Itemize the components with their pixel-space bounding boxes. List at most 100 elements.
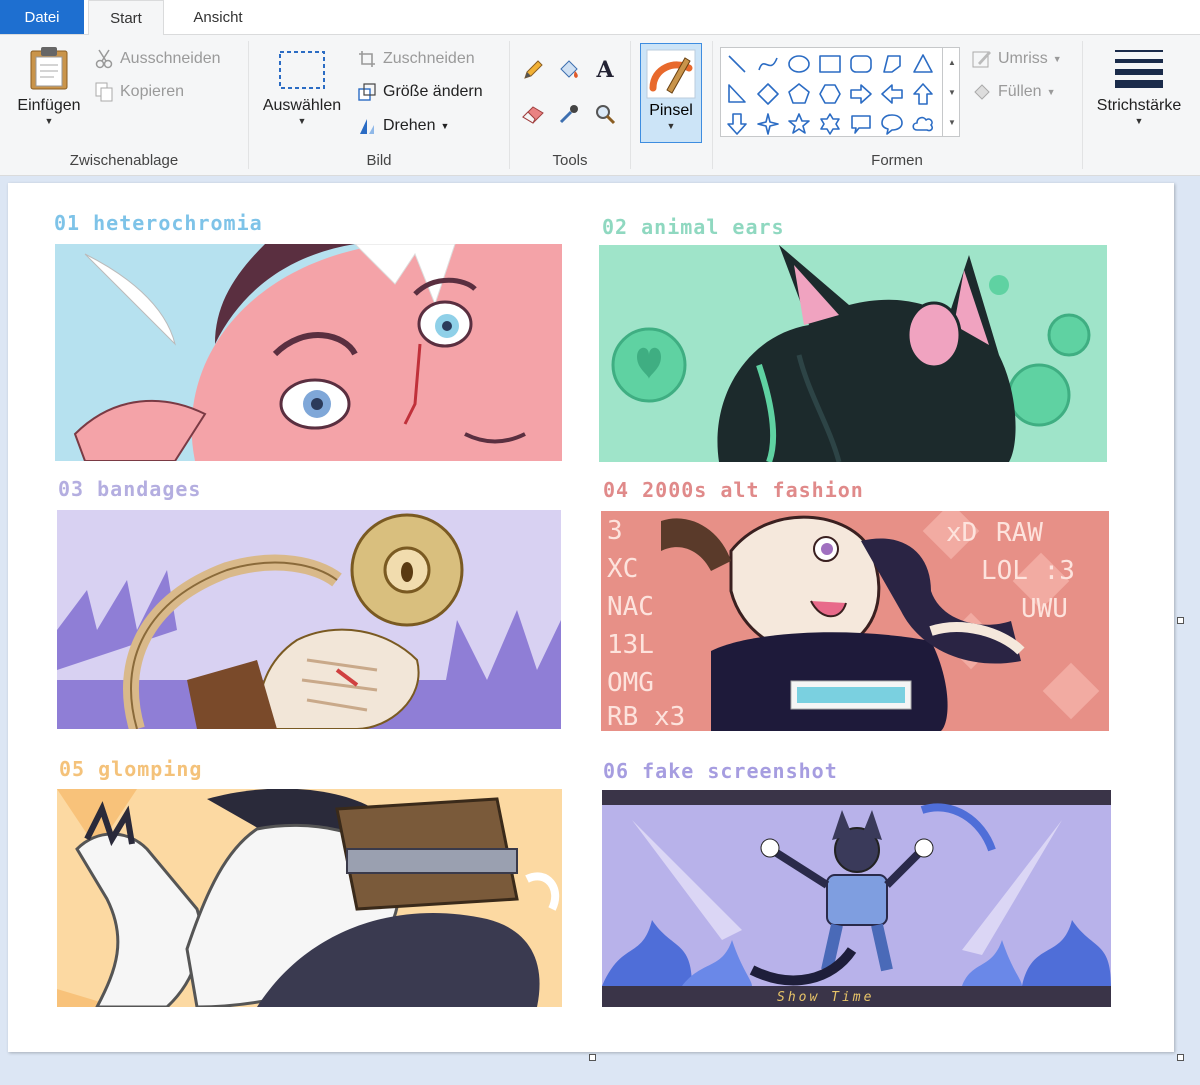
pentagon-shape-icon[interactable] xyxy=(788,83,810,104)
shapes-gallery: ▲ ▼ ▼ xyxy=(720,47,960,137)
copy-button[interactable]: Kopieren xyxy=(94,82,184,102)
group-divider xyxy=(630,41,631,169)
right-triangle-shape-icon[interactable] xyxy=(728,84,746,103)
panel-title-06: 06 fake screenshot xyxy=(603,759,838,783)
five-point-star-shape-icon[interactable] xyxy=(788,113,810,134)
scissors-icon xyxy=(94,49,114,69)
line-shape-icon[interactable] xyxy=(728,55,746,73)
doodle-text: LOL :3 xyxy=(981,556,1075,586)
hexagon-shape-icon[interactable] xyxy=(819,84,841,104)
eraser-icon[interactable] xyxy=(520,101,546,127)
panel-title-03: 03 bandages xyxy=(58,477,202,501)
tab-view[interactable]: Ansicht xyxy=(170,0,266,35)
panel-title-05: 05 glomping xyxy=(59,757,203,781)
oval-shape-icon[interactable] xyxy=(788,55,810,73)
paste-label: Einfügen xyxy=(17,97,81,114)
callout-cloud-shape-icon[interactable] xyxy=(912,116,934,132)
diamond-shape-icon[interactable] xyxy=(757,83,779,105)
cut-button[interactable]: Ausschneiden xyxy=(94,49,221,69)
scroll-up-icon[interactable]: ▲ xyxy=(943,47,961,77)
triangle-shape-icon[interactable] xyxy=(913,54,933,73)
four-point-star-shape-icon[interactable] xyxy=(757,113,779,135)
canvas-resize-handle-right[interactable] xyxy=(1177,617,1184,624)
outline-button[interactable]: Umriss ▼ xyxy=(972,49,1062,69)
tab-file[interactable]: Datei xyxy=(0,0,84,34)
clipboard-group-label: Zwischenablage xyxy=(69,152,179,169)
rotate-button[interactable]: Drehen ▼ xyxy=(357,116,449,136)
brush-button[interactable]: Pinsel ▼ xyxy=(640,43,702,143)
fill-bucket-icon xyxy=(972,82,992,102)
tools-group-label: Tools xyxy=(552,152,588,169)
cut-label: Ausschneiden xyxy=(120,50,221,67)
canvas-area[interactable]: 01 heterochromia 02 animal ears 03 banda… xyxy=(0,177,1200,1085)
image-group: Auswählen ▼ Zuschneiden Größe ändern Dre… xyxy=(249,35,509,175)
copy-icon xyxy=(94,82,114,102)
stroke-width-button[interactable]: Strichstärke ▼ xyxy=(1088,47,1190,126)
panel-title-02: 02 animal ears xyxy=(602,215,785,239)
chevron-down-icon: ▼ xyxy=(440,121,450,131)
caption-show-time: Show Time xyxy=(777,990,874,1005)
rotate-icon xyxy=(357,116,377,136)
expand-gallery-icon[interactable]: ▼ xyxy=(943,107,961,137)
chevron-down-icon: ▼ xyxy=(44,116,54,126)
group-divider xyxy=(1082,41,1083,169)
artwork-fake-screenshot: Show Time xyxy=(602,790,1111,1007)
callout-rect-shape-icon[interactable] xyxy=(851,115,871,134)
clipboard-icon xyxy=(30,47,68,90)
doodle-text: OMG xyxy=(607,668,654,698)
resize-button[interactable]: Größe ändern xyxy=(357,82,483,102)
arrow-right-shape-icon[interactable] xyxy=(850,84,872,104)
chevron-down-icon: ▼ xyxy=(666,121,676,131)
artwork-alt-fashion: 3 XC NAC 13L OMG RB x3 xD RAW LOL :3 UWU xyxy=(601,511,1109,731)
rotate-label: Drehen xyxy=(383,117,436,134)
doodle-text: UWU xyxy=(1021,594,1068,624)
select-label: Auswählen xyxy=(262,97,342,114)
arrow-left-shape-icon[interactable] xyxy=(881,84,903,104)
stroke-width-label: Strichstärke xyxy=(1096,97,1182,114)
arrow-up-shape-icon[interactable] xyxy=(913,83,933,105)
callout-oval-shape-icon[interactable] xyxy=(881,114,903,135)
drawing-canvas[interactable]: 01 heterochromia 02 animal ears 03 banda… xyxy=(8,183,1174,1052)
panel-title-04: 04 2000s alt fashion xyxy=(603,478,864,502)
artwork-bandages xyxy=(57,510,561,729)
brush-icon xyxy=(646,49,696,99)
text-tool-icon[interactable]: A xyxy=(592,57,618,83)
doodle-text: 13L xyxy=(607,630,654,660)
shapes-gallery-grid xyxy=(727,54,934,135)
resize-label: Größe ändern xyxy=(383,83,483,100)
artwork-animal-ears xyxy=(599,245,1107,462)
polygon-shape-icon[interactable] xyxy=(883,55,901,73)
rounded-rectangle-shape-icon[interactable] xyxy=(850,55,872,73)
selection-rectangle-icon xyxy=(279,51,325,89)
image-group-label: Bild xyxy=(366,152,392,169)
artwork-heterochromia xyxy=(55,244,562,461)
color-picker-icon[interactable] xyxy=(556,101,582,127)
ribbon: Einfügen ▼ Ausschneiden Kopieren Zwische… xyxy=(0,34,1200,176)
six-point-star-shape-icon[interactable] xyxy=(820,113,840,135)
crop-button[interactable]: Zuschneiden xyxy=(357,49,475,69)
select-button[interactable]: Auswählen ▼ xyxy=(257,49,347,126)
arrow-down-shape-icon[interactable] xyxy=(727,113,747,135)
line-width-icon xyxy=(1115,50,1163,88)
outline-label: Umriss xyxy=(998,50,1048,67)
rectangle-shape-icon[interactable] xyxy=(819,55,841,73)
crop-icon xyxy=(357,49,377,69)
doodle-text: RAW xyxy=(996,518,1043,548)
scroll-down-icon[interactable]: ▼ xyxy=(943,77,961,107)
paste-button[interactable]: Einfügen ▼ xyxy=(10,45,88,126)
fill-button[interactable]: Füllen ▼ xyxy=(972,82,1056,102)
copy-label: Kopieren xyxy=(120,83,185,100)
canvas-resize-handle-bottom[interactable] xyxy=(589,1054,596,1061)
chevron-down-icon: ▼ xyxy=(1052,54,1062,64)
tools-group: A Tools xyxy=(510,35,630,175)
fill-bucket-icon[interactable] xyxy=(556,57,582,83)
pencil-icon[interactable] xyxy=(520,57,546,83)
magnifier-icon[interactable] xyxy=(592,101,618,127)
doodle-text: 3 xyxy=(607,516,623,546)
curve-shape-icon[interactable] xyxy=(758,57,778,71)
doodle-text: RB x3 xyxy=(607,702,685,731)
shapes-scrollbar[interactable]: ▲ ▼ ▼ xyxy=(942,47,961,137)
canvas-resize-handle-corner[interactable] xyxy=(1177,1054,1184,1061)
brush-label: Pinsel xyxy=(649,102,693,119)
tab-start[interactable]: Start xyxy=(88,0,164,35)
